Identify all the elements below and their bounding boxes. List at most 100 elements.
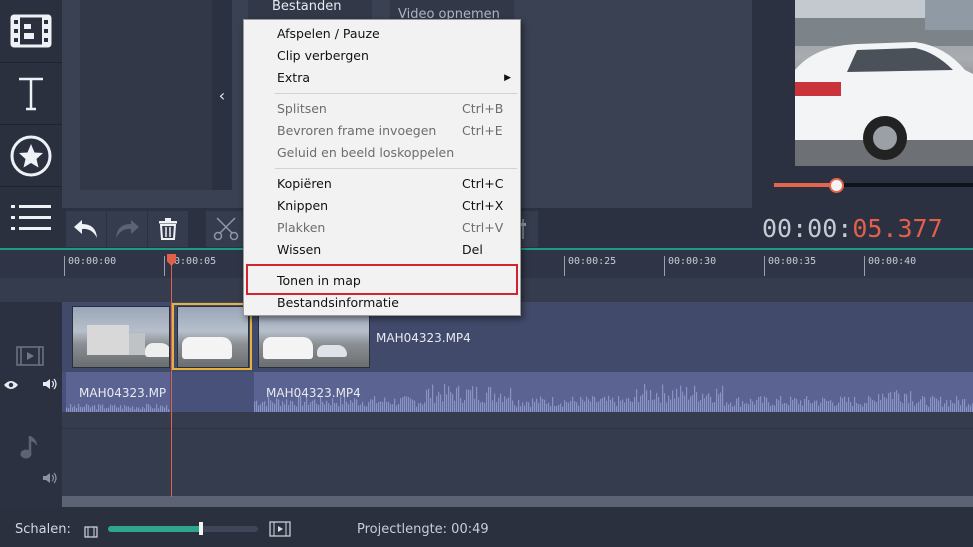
menu-item-copy[interactable]: Kopiëren Ctrl+C [277,173,515,195]
waveform-bar [522,402,524,412]
waveform-bar [878,394,880,412]
speaker-icon[interactable] [42,375,58,394]
clip-thumbnail[interactable] [72,306,170,368]
waveform-bar [846,401,848,412]
audio-clip-label: MAH04323.MP [79,386,167,400]
waveform-bar [560,403,562,412]
waveform-bar [366,406,368,412]
waveform-bar [718,394,720,412]
waveform-bar [360,404,362,412]
waveform-bar [316,403,318,412]
menu-item-freeze-frame[interactable]: Bevroren frame invoegen Ctrl+E [277,120,515,142]
menu-item-delete[interactable]: Wissen Del [277,239,515,261]
menu-item-split[interactable]: Splitsen Ctrl+B [277,98,515,120]
waveform-bar [314,399,316,412]
waveform-bar [968,404,970,412]
zoom-slider-fill [108,526,201,532]
zoom-slider-handle[interactable] [199,522,203,535]
tab-files[interactable]: Bestanden [248,0,372,20]
waveform-bar [380,401,382,412]
waveform-bar [292,401,294,412]
waveform-bar [90,407,92,412]
waveform-bar [670,399,672,412]
waveform-bar [460,398,462,412]
collapse-panel-button[interactable]: ‹ [212,0,232,190]
waveform-bar [416,406,418,412]
waveform-bar [666,402,668,412]
waveform-bar [70,403,72,412]
preview-seek-bar[interactable] [836,183,973,187]
menu-item-play-pause[interactable]: Afspelen / Pauze [277,23,515,45]
sidebar-item-stickers[interactable] [0,124,62,186]
waveform-bar [370,399,372,412]
waveform-bar [676,388,678,412]
waveform-bar [832,402,834,412]
waveform-bar [154,408,156,412]
waveform-bar [816,400,818,412]
waveform-bar [726,402,728,412]
menu-item-extra[interactable]: Extra ▶ [277,67,515,89]
waveform-bar [828,400,830,412]
preview-seek-handle[interactable] [829,178,844,193]
preview-seek-played [774,183,836,187]
waveform-bar [374,396,376,412]
waveform-bar [890,392,892,412]
menu-item-hide-clip[interactable]: Clip verbergen [277,45,515,67]
waveform-bar [72,407,74,412]
playhead-line[interactable] [171,255,172,497]
waveform-bar [164,407,166,412]
waveform-bar [608,395,610,412]
waveform-bar [822,397,824,412]
cut-button[interactable] [206,211,246,247]
waveform-bar [520,405,522,412]
sidebar-item-media[interactable] [0,0,62,62]
music-speaker-icon[interactable] [42,469,58,488]
waveform-bar [502,401,504,412]
waveform-bar [970,405,972,412]
waveform-bar [750,398,752,412]
zoom-in-icon[interactable] [269,521,291,541]
waveform-bar [402,397,404,412]
waveform-bar [638,402,640,412]
waveform-bar [936,398,938,412]
waveform-bar [612,397,614,412]
waveform-bar [850,401,852,412]
delete-button[interactable] [148,211,188,247]
waveform-bar [412,399,414,412]
timeline-scrollbar[interactable] [62,496,973,507]
eye-icon[interactable] [3,376,19,395]
waveform-bar [162,406,164,412]
menu-item-cut[interactable]: Knippen Ctrl+X [277,195,515,217]
more-tools-icon [11,204,51,230]
waveform-bar [876,402,878,412]
waveform-bar [304,401,306,412]
menu-item-paste[interactable]: Plakken Ctrl+V [277,217,515,239]
waveform-bar [948,406,950,412]
waveform-bar [348,404,350,412]
category-list[interactable] [80,0,212,190]
sidebar-item-more[interactable] [0,186,62,248]
waveform-bar [872,400,874,412]
selected-clip[interactable] [172,303,252,370]
waveform-bar [658,397,660,412]
menu-item-detach-audio[interactable]: Geluid en beeld loskoppelen [277,142,515,164]
waveform-bar [438,391,440,412]
waveform-bar [100,405,102,412]
undo-button[interactable] [66,211,106,247]
waveform-bar [136,407,138,412]
menu-item-file-info[interactable]: Bestandsinformatie [277,292,515,314]
redo-button[interactable] [107,211,147,247]
ruler-tick: 00:00:35 [764,256,816,276]
waveform-bar [266,406,268,412]
redo-icon [116,220,139,238]
waveform-bar [862,406,864,412]
waveform-bar [94,405,96,412]
zoom-out-icon[interactable] [84,523,98,542]
waveform-bar [144,408,146,412]
waveform-bar [662,384,664,412]
sidebar-item-titles[interactable] [0,62,62,124]
waveform-bar [616,406,618,412]
music-track[interactable] [62,428,973,496]
waveform-bar [950,399,952,412]
waveform-bar [680,385,682,412]
